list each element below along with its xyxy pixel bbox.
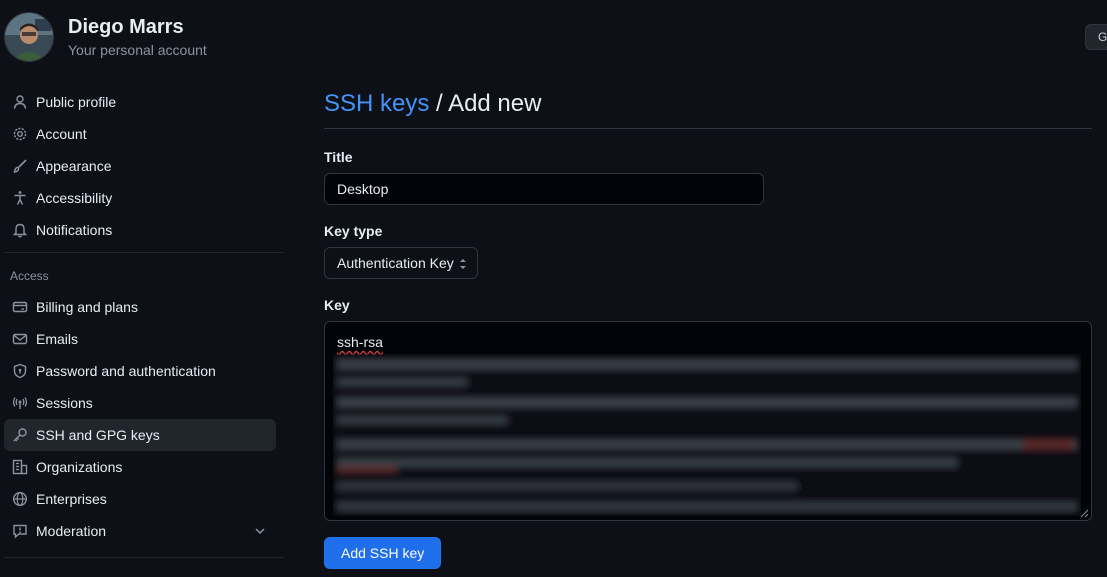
add-ssh-key-form: SSH keys / Add new Title Key type Authen… [324,86,1092,569]
gear-icon [12,126,28,142]
bell-icon [12,222,28,238]
sidebar-item-billing[interactable]: Billing and plans [4,291,276,323]
breadcrumb-ssh-keys-link[interactable]: SSH keys [324,90,429,117]
key-type-label: Key type [324,223,383,239]
credit-card-icon [12,299,28,315]
select-arrows-icon [457,256,469,272]
key-type-select[interactable]: Authentication Key [324,247,478,279]
sidebar-item-accessibility[interactable]: Accessibility [4,182,276,214]
sidebar-item-account[interactable]: Account [4,118,276,150]
key-icon [12,427,28,443]
sidebar-item-sessions[interactable]: Sessions [4,387,276,419]
account-name[interactable]: Diego Marrs [68,15,207,39]
sidebar-divider [4,252,284,253]
sidebar-item-ssh-gpg-keys[interactable]: SSH and GPG keys [4,419,276,451]
sidebar-item-organizations[interactable]: Organizations [4,451,276,483]
sidebar-item-label: Emails [36,331,79,347]
shield-lock-icon [12,363,28,379]
page-title: SSH keys / Add new [324,86,1092,122]
sidebar-item-password[interactable]: Password and authentication [4,355,276,387]
report-icon [12,523,28,539]
resize-grip-icon[interactable] [1079,508,1089,518]
sidebar-item-label: Password and authentication [36,363,216,379]
sidebar-item-label: SSH and GPG keys [36,427,160,443]
sidebar-group-access: Access Billing and plans Emails Password… [4,252,284,566]
account-text: Diego Marrs Your personal account [68,15,207,60]
sidebar-item-label: Public profile [36,94,117,110]
accessibility-icon [12,190,28,206]
chevron-down-icon[interactable] [252,523,268,539]
globe-icon [12,491,28,507]
sidebar-divider [4,557,284,558]
settings-page: Diego Marrs Your personal account G Publ… [0,0,1107,577]
account-header: Diego Marrs Your personal account [4,12,207,62]
key-textarea[interactable]: ssh-rsa [324,321,1092,521]
breadcrumb-separator: / [436,90,443,117]
account-subtitle: Your personal account [68,41,207,58]
add-ssh-key-button[interactable]: Add SSH key [324,537,442,569]
person-icon [12,94,28,110]
go-to-profile-button[interactable]: G [1085,24,1107,50]
key-type-value: Authentication Key [337,255,454,271]
key-label: Key [324,297,350,313]
sidebar-item-appearance[interactable]: Appearance [4,150,276,182]
organization-icon [12,459,28,475]
title-input[interactable] [324,173,764,205]
sidebar-item-label: Enterprises [36,491,107,507]
sidebar-item-label: Accessibility [36,190,113,206]
title-divider [324,128,1092,129]
sidebar-item-emails[interactable]: Emails [4,323,276,355]
sidebar-item-enterprises[interactable]: Enterprises [4,483,276,515]
blurred-key-content [333,354,1081,516]
mail-icon [12,331,28,347]
sidebar-item-notifications[interactable]: Notifications [4,214,276,246]
avatar[interactable] [4,12,54,62]
breadcrumb-current: Add new [448,90,542,117]
paintbrush-icon [12,158,28,174]
sidebar-item-label: Appearance [36,158,112,174]
sidebar-item-label: Billing and plans [36,299,138,315]
sidebar-section-access: Access [10,269,49,283]
title-label: Title [324,149,353,165]
sidebar-item-label: Organizations [36,459,123,475]
sidebar-item-label: Account [36,126,87,142]
sidebar-item-public-profile[interactable]: Public profile [4,86,276,118]
sidebar-item-moderation[interactable]: Moderation [4,515,276,547]
key-prefix-text: ssh-rsa [337,334,383,350]
sidebar-item-label: Notifications [36,222,113,238]
sidebar-item-label: Sessions [36,395,93,411]
sidebar-item-label: Moderation [36,523,107,539]
broadcast-icon [12,395,28,411]
sidebar-group-general: Public profile Account Appearance Access… [4,86,276,246]
